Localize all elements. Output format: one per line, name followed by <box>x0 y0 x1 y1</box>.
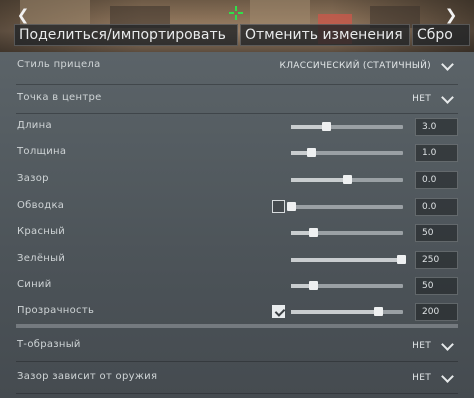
reset-changes-button[interactable]: Отменить изменения <box>240 24 410 46</box>
t-shape-dropdown[interactable]: НЕТ <box>412 337 454 355</box>
center-dot-dropdown[interactable]: НЕТ <box>412 90 454 108</box>
setting-label: Т-образный <box>17 339 81 350</box>
weapon-gap-dropdown[interactable]: НЕТ <box>412 369 454 387</box>
setting-outline: Обводка 0.0 <box>0 194 474 220</box>
divider <box>16 84 458 85</box>
thickness-value-field[interactable]: 1.0 <box>415 144 458 162</box>
chevron-down-icon <box>441 369 454 383</box>
setting-label: Синий <box>17 279 52 290</box>
divider <box>16 393 458 394</box>
divider <box>16 361 458 362</box>
setting-t-shape: Т-образный НЕТ <box>0 333 474 359</box>
setting-label: Зазор <box>17 173 49 184</box>
setting-label: Зелёный <box>17 253 66 264</box>
dropdown-value: НЕТ <box>412 341 431 351</box>
chevron-right-icon[interactable]: ❯ <box>444 7 458 23</box>
style-dropdown[interactable]: КЛАССИЧЕСКИЙ (СТАТИЧНЫЙ) <box>279 57 454 75</box>
dropdown-value: НЕТ <box>412 373 431 383</box>
setting-label: Обводка <box>17 200 65 211</box>
setting-center-dot: Точка в центре НЕТ <box>0 86 474 112</box>
outline-value-field[interactable]: 0.0 <box>415 198 458 216</box>
thickness-slider[interactable] <box>291 148 403 157</box>
checkmark-icon <box>274 306 286 317</box>
outline-checkbox[interactable] <box>272 200 285 213</box>
slider-handle[interactable] <box>287 202 296 211</box>
setting-green: Зелёный 250 <box>0 247 474 273</box>
setting-style: Стиль прицела КЛАССИЧЕСКИЙ (СТАТИЧНЫЙ) <box>0 53 474 79</box>
gap-value-field[interactable]: 0.0 <box>415 171 458 189</box>
chevron-down-icon <box>441 90 454 104</box>
chevron-down-icon <box>441 57 454 71</box>
slider-fill <box>291 178 347 182</box>
crosshair-settings: Стиль прицела КЛАССИЧЕСКИЙ (СТАТИЧНЫЙ) Т… <box>0 52 474 398</box>
length-slider[interactable] <box>291 122 403 131</box>
setting-label: Точка в центре <box>17 92 102 103</box>
crosshair-icon <box>229 6 243 20</box>
chevron-down-icon <box>441 337 454 351</box>
dropdown-value: НЕТ <box>412 94 431 104</box>
red-value-field[interactable]: 50 <box>415 224 458 242</box>
blue-slider[interactable] <box>291 281 403 290</box>
setting-label: Стиль прицела <box>17 59 101 70</box>
slider-handle[interactable] <box>343 175 352 184</box>
setting-alpha: Прозрачность 200 <box>0 299 474 325</box>
setting-weapon-gap: Зазор зависит от оружия НЕТ <box>0 365 474 391</box>
share-import-button[interactable]: Поделиться/импортировать <box>14 24 238 46</box>
setting-label: Красный <box>17 226 66 237</box>
setting-gap: Зазор 0.0 <box>0 167 474 193</box>
gap-slider[interactable] <box>291 175 403 184</box>
length-value-field[interactable]: 3.0 <box>415 118 458 136</box>
alpha-value-field[interactable]: 200 <box>415 303 458 321</box>
setting-label: Зазор зависит от оружия <box>17 371 158 382</box>
setting-label: Толщина <box>17 146 67 157</box>
horizontal-scrollbar[interactable] <box>16 324 458 328</box>
alpha-slider[interactable] <box>291 307 403 316</box>
green-value-field[interactable]: 250 <box>415 251 458 269</box>
slider-fill <box>291 310 379 314</box>
blue-value-field[interactable]: 50 <box>415 277 458 295</box>
dropdown-value: КЛАССИЧЕСКИЙ (СТАТИЧНЫЙ) <box>279 61 431 71</box>
slider-handle[interactable] <box>309 281 319 290</box>
setting-label: Прозрачность <box>17 305 95 316</box>
slider-handle[interactable] <box>321 122 331 131</box>
alpha-checkbox[interactable] <box>272 305 286 318</box>
slider-handle[interactable] <box>309 228 319 237</box>
slider-fill <box>291 258 401 262</box>
setting-length: Длина 3.0 <box>0 114 474 140</box>
slider-fill <box>291 125 326 129</box>
chevron-left-icon[interactable]: ❮ <box>16 7 30 23</box>
setting-label: Длина <box>17 120 52 131</box>
slider-handle[interactable] <box>307 148 317 157</box>
toolbar: Поделиться/импортировать Отменить измене… <box>14 24 474 46</box>
slider-handle[interactable] <box>396 255 406 264</box>
setting-blue: Синий 50 <box>0 273 474 299</box>
red-slider[interactable] <box>291 228 403 237</box>
slider-handle[interactable] <box>374 307 384 316</box>
setting-thickness: Толщина 1.0 <box>0 140 474 166</box>
reset-button[interactable]: Сбро <box>412 24 470 46</box>
green-slider[interactable] <box>291 255 406 264</box>
setting-red: Красный 50 <box>0 220 474 246</box>
outline-slider[interactable] <box>287 202 403 211</box>
